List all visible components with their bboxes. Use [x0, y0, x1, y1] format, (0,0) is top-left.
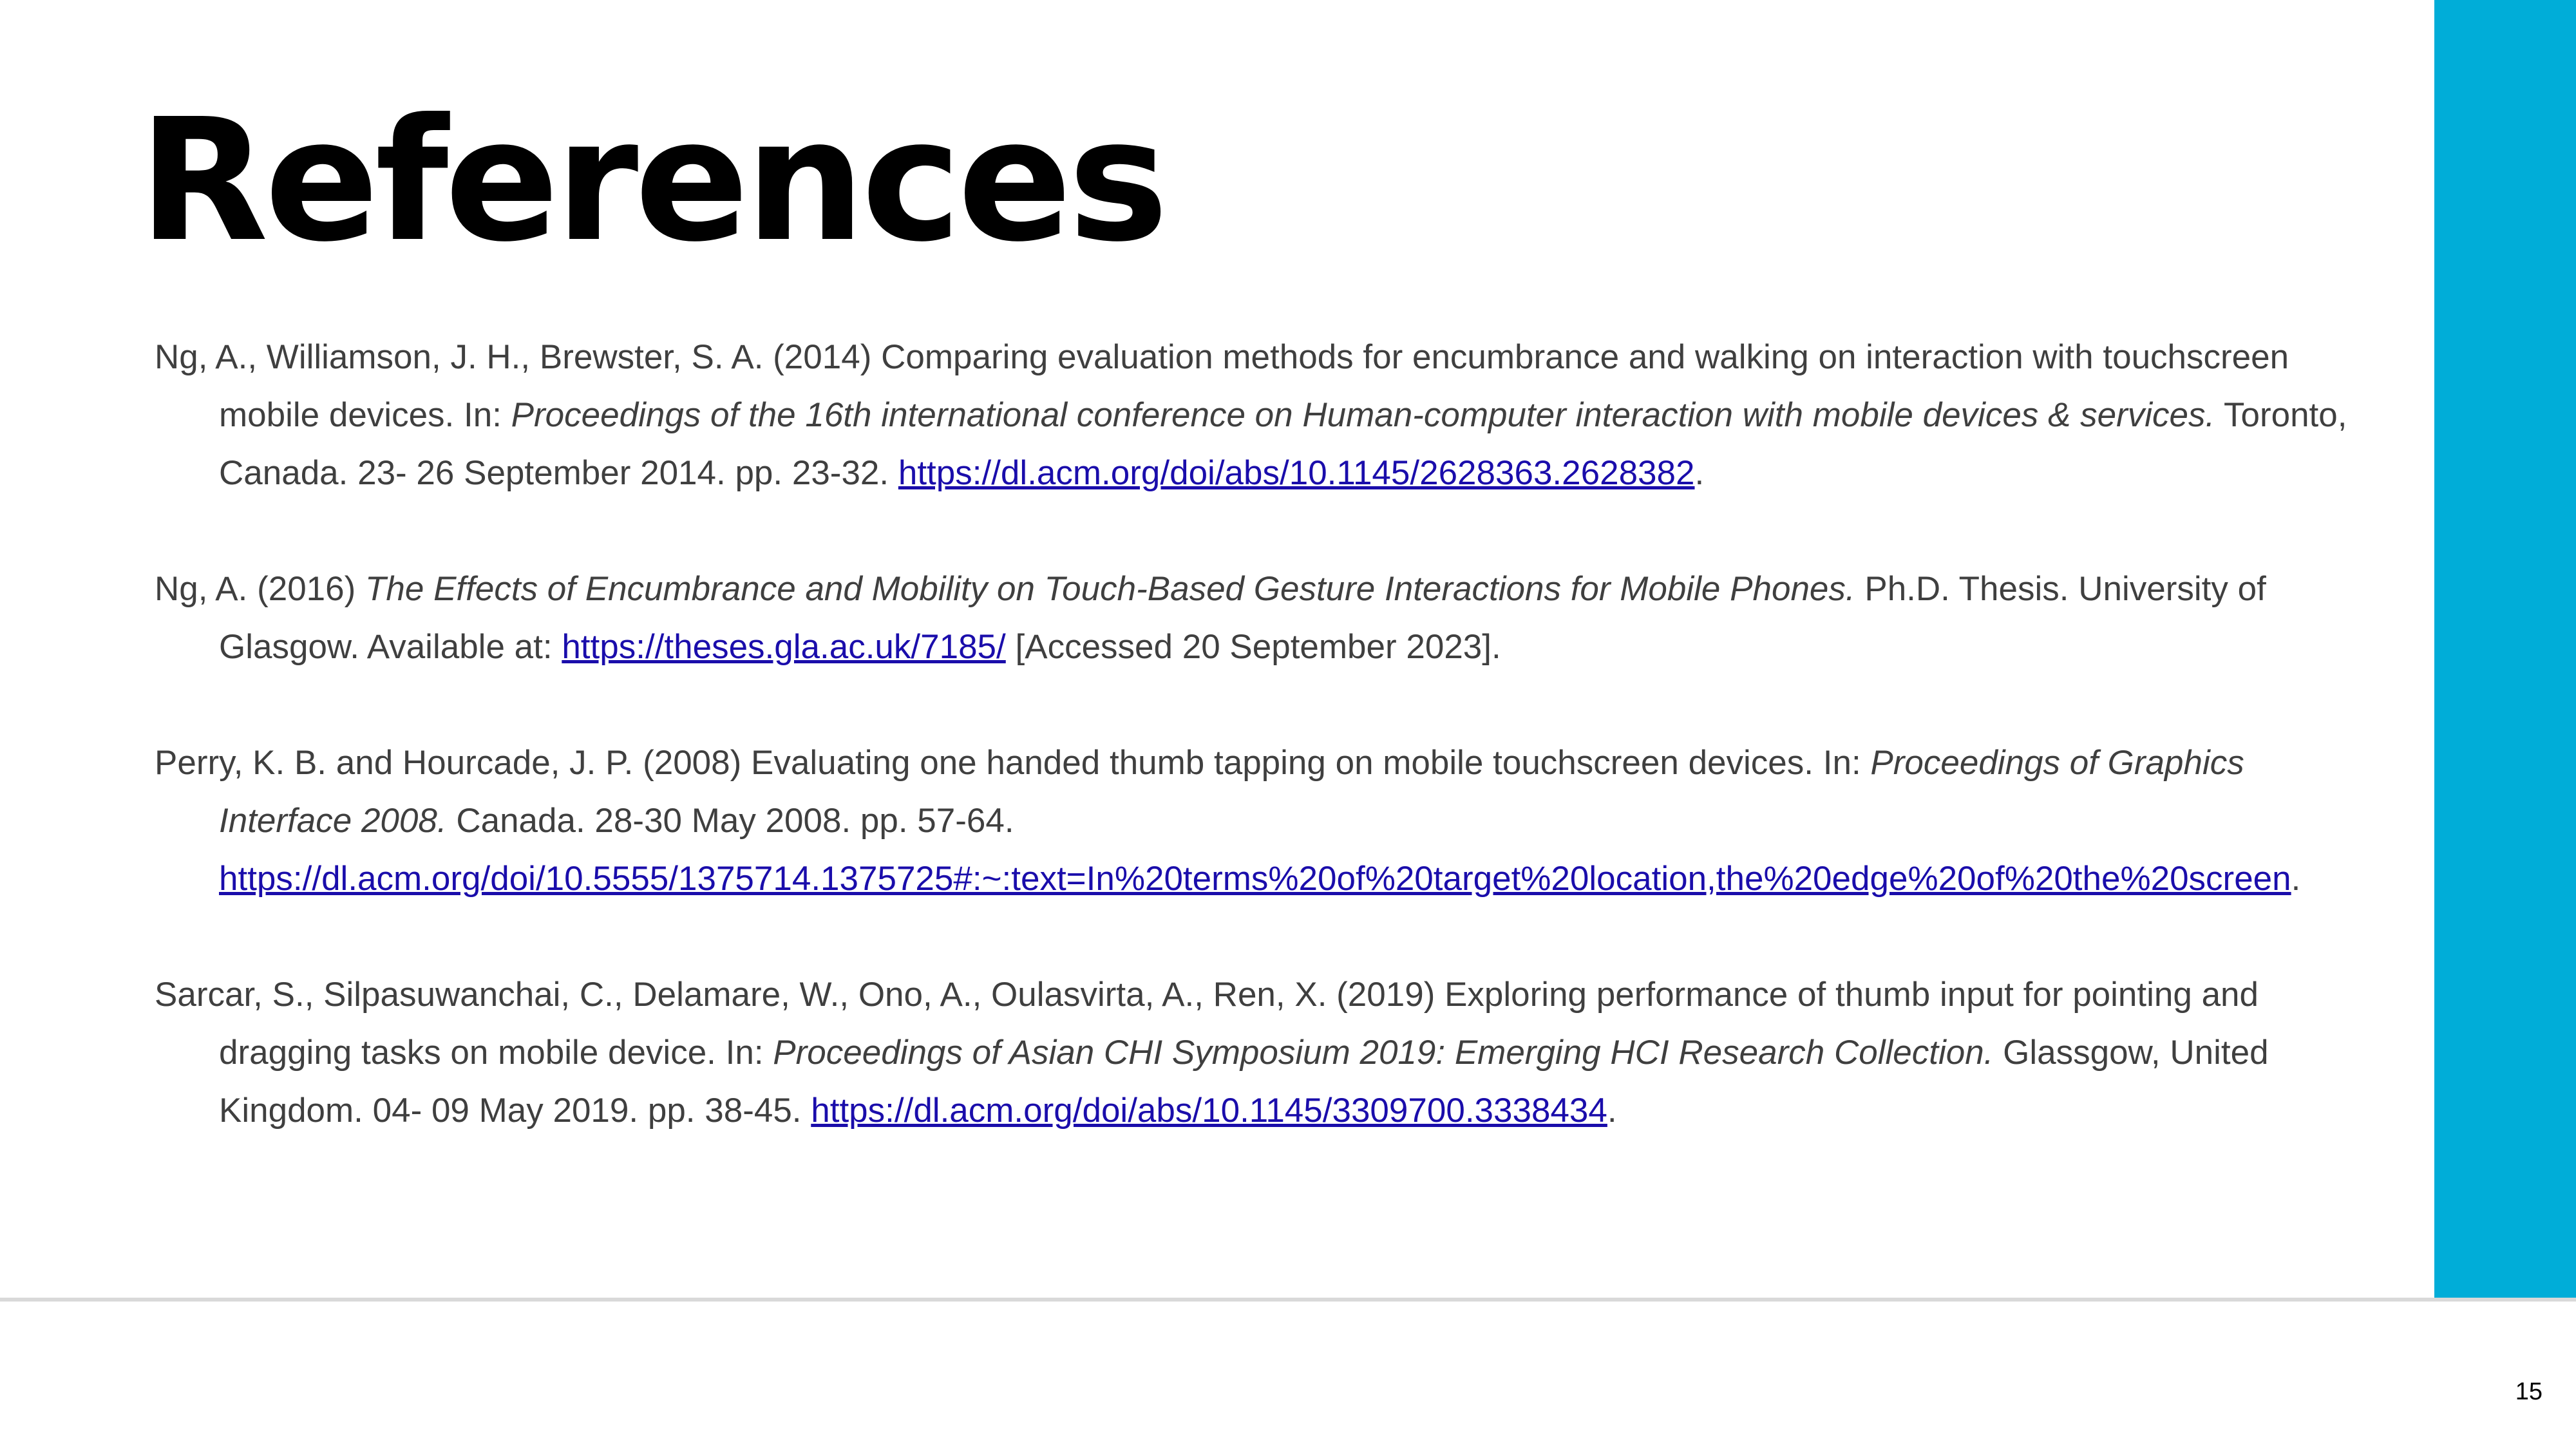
reference-end-text: [Accessed 20 September 2023]. — [1005, 628, 1501, 666]
reference-link[interactable]: https://dl.acm.org/doi/abs/10.1145/33097… — [811, 1092, 1607, 1130]
reference-source-title: Proceedings of the 16th international co… — [511, 396, 2215, 434]
slide-number: 15 — [2515, 1378, 2543, 1405]
reference-item: Sarcar, S., Silpasuwanchai, C., Delamare… — [155, 966, 2376, 1140]
reference-authors-text: Perry, K. B. and Hourcade, J. P. (2008) … — [155, 744, 1871, 782]
reference-authors-text: Ng, A. (2016) — [155, 570, 366, 608]
reference-link[interactable]: https://dl.acm.org/doi/10.5555/1375714.1… — [219, 850, 2291, 908]
reference-item: Perry, K. B. and Hourcade, J. P. (2008) … — [155, 734, 2376, 908]
reference-end-text: . — [1694, 454, 1705, 492]
reference-item: Ng, A., Williamson, J. H., Brewster, S. … — [155, 328, 2376, 502]
reference-details-text: Canada. 28-30 May 2008. pp. 57-64. — [446, 802, 1014, 840]
reference-list: Ng, A., Williamson, J. H., Brewster, S. … — [155, 328, 2376, 1140]
reference-link[interactable]: https://theses.gla.ac.uk/7185/ — [562, 628, 1005, 666]
reference-link[interactable]: https://dl.acm.org/doi/abs/10.1145/26283… — [898, 454, 1695, 492]
page-title: References — [138, 82, 1168, 279]
footer-divider — [0, 1298, 2576, 1302]
reference-source-title: Proceedings of Asian CHI Symposium 2019:… — [773, 1034, 1994, 1072]
accent-bar — [2434, 0, 2576, 1300]
reference-item: Ng, A. (2016) The Effects of Encumbrance… — [155, 560, 2376, 676]
reference-end-text: . — [2291, 860, 2301, 898]
reference-source-title: The Effects of Encumbrance and Mobility … — [365, 570, 1855, 608]
reference-end-text: . — [1607, 1092, 1617, 1130]
slide: References Ng, A., Williamson, J. H., Br… — [0, 0, 2576, 1449]
